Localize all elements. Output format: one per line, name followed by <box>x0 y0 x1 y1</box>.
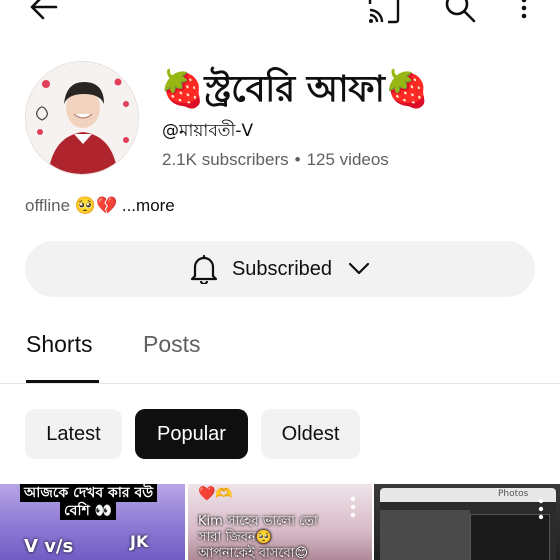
short-caption-line: বেশি 👀 <box>60 502 117 520</box>
arrow-left-icon[interactable] <box>28 0 60 22</box>
channel-avatar[interactable] <box>25 61 139 175</box>
more-vertical-icon[interactable] <box>512 0 536 20</box>
subscriber-count: 2.1K subscribers <box>162 150 289 169</box>
thumbnail-photo <box>470 514 550 560</box>
short-thumbnail[interactable]: Photos <box>374 484 560 560</box>
short-caption-line: সারা জিবন🥺 <box>198 530 272 545</box>
cast-icon[interactable] <box>366 0 402 24</box>
short-caption-line: আজকে দেখব কার বউ <box>20 484 158 502</box>
channel-tabs: Shorts Posts <box>0 325 560 384</box>
tab-posts[interactable]: Posts <box>143 331 201 358</box>
more-vertical-icon[interactable] <box>538 498 544 520</box>
stats-separator: • <box>294 150 301 169</box>
short-thumbnail[interactable]: ❤️🫶 Kim সাহেব ভালো তো সারা জিবন🥺 আপনাকেই… <box>188 484 372 560</box>
short-caption-line: Kim সাহেব ভালো তো <box>198 514 318 529</box>
subscribed-button[interactable]: Subscribed <box>25 241 535 297</box>
short-caption-line: আপনাকেই বাসবো😊 <box>198 546 309 560</box>
channel-name: 🍓স্ট্রবেরি আফা🍓 <box>160 69 429 110</box>
channel-handle: @মায়াবতী-V <box>162 121 254 141</box>
thumbnail-photo <box>380 510 470 560</box>
channel-description[interactable]: offline 🥺💔 ...more <box>25 196 175 216</box>
top-app-bar <box>0 0 560 24</box>
more-link[interactable]: ...more <box>122 196 175 215</box>
chip-latest[interactable]: Latest <box>25 409 122 459</box>
thumbnail-header-text: Photos <box>498 489 529 499</box>
search-icon[interactable] <box>442 0 478 24</box>
thumbnail-app-bar: Photos <box>380 488 556 502</box>
subscribed-label: Subscribed <box>231 257 333 280</box>
short-thumbnail[interactable]: আজকে দেখব কার বউ বেশি 👀 V v/s JK <box>0 484 185 560</box>
short-caption: Kim সাহেব ভালো তো সারা জিবন🥺 আপনাকেই বাস… <box>198 514 318 560</box>
active-tab-indicator <box>26 380 99 383</box>
thumbnail-image: Photos <box>380 488 556 560</box>
tab-shorts[interactable]: Shorts <box>26 331 92 358</box>
more-vertical-icon[interactable] <box>350 496 356 518</box>
channel-stats: 2.1K subscribers • 125 videos <box>162 150 389 170</box>
description-text: offline 🥺💔 <box>25 196 118 215</box>
short-hearts: ❤️🫶 <box>198 486 233 502</box>
avatar-image <box>26 62 138 174</box>
chip-oldest[interactable]: Oldest <box>261 409 360 459</box>
chevron-down-icon <box>348 262 370 275</box>
short-overlay-text: JK <box>130 532 149 551</box>
video-count: 125 videos <box>306 150 389 169</box>
short-overlay-text: V v/s <box>24 536 74 557</box>
bell-icon <box>190 254 218 284</box>
chip-popular[interactable]: Popular <box>135 409 248 459</box>
